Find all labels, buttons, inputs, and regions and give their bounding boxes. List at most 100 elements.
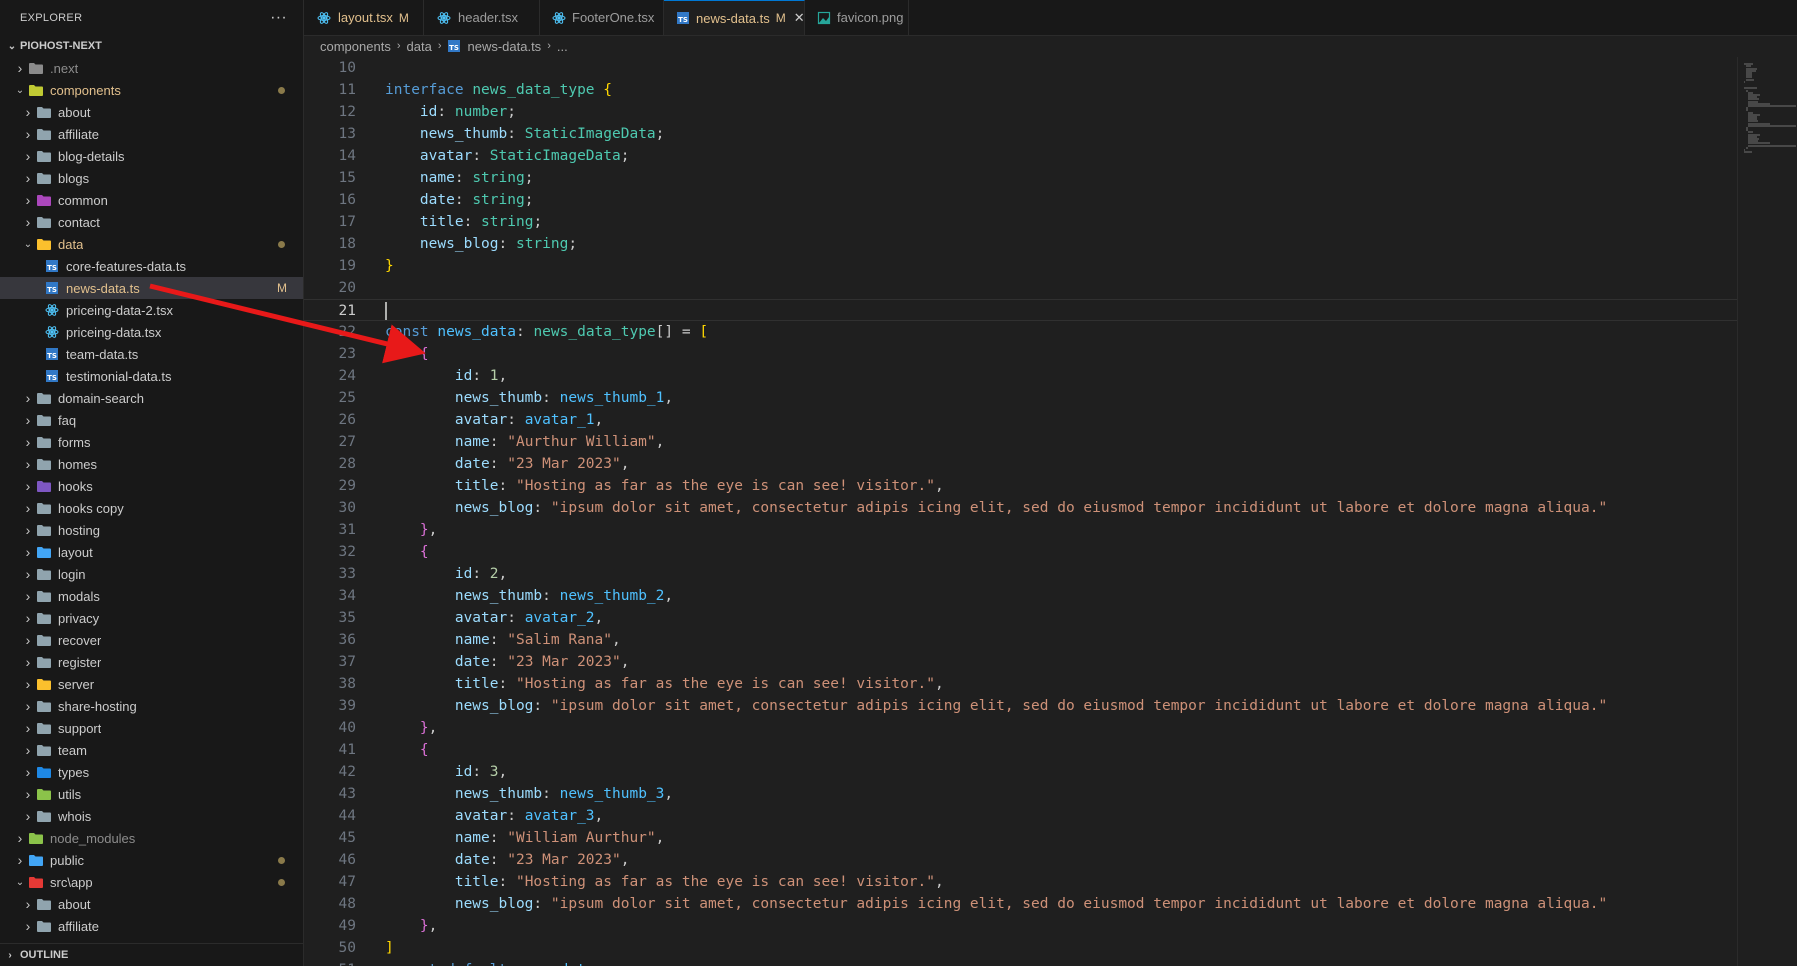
code-line[interactable]: 42 id: 3,	[304, 761, 1737, 783]
tab-favicon-png[interactable]: favicon.png	[805, 0, 909, 35]
code-line[interactable]: 46 date: "23 Mar 2023",	[304, 849, 1737, 871]
breadcrumb-item[interactable]: data	[407, 39, 432, 54]
folder-item-faq[interactable]: › faq	[0, 409, 303, 431]
minimap[interactable]	[1737, 57, 1797, 966]
code-line[interactable]: 17 title: string;	[304, 211, 1737, 233]
code-line[interactable]: 13 news_thumb: StaticImageData;	[304, 123, 1737, 145]
file-item-core-features-data-ts[interactable]: TS core-features-data.ts	[0, 255, 303, 277]
code-line[interactable]: 37 date: "23 Mar 2023",	[304, 651, 1737, 673]
outline-section[interactable]: › OUTLINE	[0, 943, 303, 966]
folder-item-blogs[interactable]: › blogs	[0, 167, 303, 189]
code-editor[interactable]: 10 11 interface news_data_type {12 id: num…	[304, 57, 1737, 966]
code-line[interactable]: 34 news_thumb: news_thumb_2,	[304, 585, 1737, 607]
code-line[interactable]: 33 id: 2,	[304, 563, 1737, 585]
folder-item-public[interactable]: › public	[0, 849, 303, 871]
breadcrumb-item[interactable]: ...	[557, 39, 568, 54]
folder-item-server[interactable]: › server	[0, 673, 303, 695]
code-line[interactable]: 51export default news_data	[304, 959, 1737, 966]
folder-item-components[interactable]: ⌄ components	[0, 79, 303, 101]
close-icon[interactable]: ✕	[794, 10, 805, 26]
file-item-testimonial-data-ts[interactable]: TS testimonial-data.ts	[0, 365, 303, 387]
code-line[interactable]: 43 news_thumb: news_thumb_3,	[304, 783, 1737, 805]
folder-item-share-hosting[interactable]: › share-hosting	[0, 695, 303, 717]
code-line[interactable]: 50]	[304, 937, 1737, 959]
folder-item-affiliate[interactable]: › affiliate	[0, 123, 303, 145]
folder-item-register[interactable]: › register	[0, 651, 303, 673]
code-line[interactable]: 31 },	[304, 519, 1737, 541]
folder-item-privacy[interactable]: › privacy	[0, 607, 303, 629]
code-token: export default	[385, 962, 516, 966]
folder-item-layout[interactable]: › layout	[0, 541, 303, 563]
folder-item-hooks-copy[interactable]: › hooks copy	[0, 497, 303, 519]
folder-item-affiliate[interactable]: › affiliate	[0, 915, 303, 937]
code-line[interactable]: 22 const news_data: news_data_type[] = [	[304, 321, 1737, 343]
code-line[interactable]: 28 date: "23 Mar 2023",	[304, 453, 1737, 475]
code-line[interactable]: 36 name: "Salim Rana",	[304, 629, 1737, 651]
code-line[interactable]: 32 {	[304, 541, 1737, 563]
code-line[interactable]: 25 news_thumb: news_thumb_1,	[304, 387, 1737, 409]
folder-item-whois[interactable]: › whois	[0, 805, 303, 827]
code-line[interactable]: 38 title: "Hosting as far as the eye is …	[304, 673, 1737, 695]
folder-item-recover[interactable]: › recover	[0, 629, 303, 651]
tab-footerone-tsx[interactable]: FooterOne.tsx	[540, 0, 664, 35]
code-line[interactable]: 15 name: string;	[304, 167, 1737, 189]
folder-item-about[interactable]: › about	[0, 101, 303, 123]
file-item-news-data-ts[interactable]: TS news-data.ts M	[0, 277, 303, 299]
code-line[interactable]: 24 id: 1,	[304, 365, 1737, 387]
breadcrumb-item[interactable]: news-data.ts	[467, 39, 541, 54]
code-line[interactable]: 11 interface news_data_type {	[304, 79, 1737, 101]
folder-item-support[interactable]: › support	[0, 717, 303, 739]
folder-item-hooks[interactable]: › hooks	[0, 475, 303, 497]
code-line[interactable]: 23 {	[304, 343, 1737, 365]
code-line[interactable]: 20	[304, 277, 1737, 299]
folder-item-blog-details[interactable]: › blog-details	[0, 145, 303, 167]
folder-item-src-app[interactable]: ⌄ src\app	[0, 871, 303, 893]
code-line[interactable]: 26 avatar: avatar_1,	[304, 409, 1737, 431]
code-line[interactable]: 41 {	[304, 739, 1737, 761]
file-item-team-data-ts[interactable]: TS team-data.ts	[0, 343, 303, 365]
code-line[interactable]: 30 news_blog: "ipsum dolor sit amet, con…	[304, 497, 1737, 519]
folder-item-forms[interactable]: › forms	[0, 431, 303, 453]
code-line[interactable]: 49 },	[304, 915, 1737, 937]
code-line[interactable]: 18 news_blog: string;	[304, 233, 1737, 255]
code-line[interactable]: 44 avatar: avatar_3,	[304, 805, 1737, 827]
code-line[interactable]: 45 name: "William Aurthur",	[304, 827, 1737, 849]
folder-item-hosting[interactable]: › hosting	[0, 519, 303, 541]
code-line[interactable]: 14 avatar: StaticImageData;	[304, 145, 1737, 167]
file-item-priceing-data-tsx[interactable]: priceing-data.tsx	[0, 321, 303, 343]
folder-item-node-modules[interactable]: › node_modules	[0, 827, 303, 849]
folder-item-data[interactable]: ⌄ data	[0, 233, 303, 255]
workspace-root[interactable]: ⌄ PIOHOST-NEXT	[0, 35, 303, 57]
folder-item-team[interactable]: › team	[0, 739, 303, 761]
code-line[interactable]: 27 name: "Aurthur William",	[304, 431, 1737, 453]
breadcrumb-item[interactable]: components	[320, 39, 391, 54]
file-item-priceing-data-2-tsx[interactable]: priceing-data-2.tsx	[0, 299, 303, 321]
folder-item-types[interactable]: › types	[0, 761, 303, 783]
folder-item-common[interactable]: › common	[0, 189, 303, 211]
line-number: 28	[338, 456, 356, 472]
folder-item--next[interactable]: › .next	[0, 57, 303, 79]
tab-news-data-ts[interactable]: TS news-data.ts M ✕	[664, 0, 805, 35]
code-line[interactable]: 12 id: number;	[304, 101, 1737, 123]
code-line[interactable]: 47 title: "Hosting as far as the eye is …	[304, 871, 1737, 893]
code-line[interactable]: 29 title: "Hosting as far as the eye is …	[304, 475, 1737, 497]
folder-item-homes[interactable]: › homes	[0, 453, 303, 475]
code-line[interactable]: 48 news_blog: "ipsum dolor sit amet, con…	[304, 893, 1737, 915]
tab-header-tsx[interactable]: header.tsx	[424, 0, 540, 35]
code-line[interactable]: 39 news_blog: "ipsum dolor sit amet, con…	[304, 695, 1737, 717]
code-line[interactable]: 10	[304, 57, 1737, 79]
folder-item-utils[interactable]: › utils	[0, 783, 303, 805]
folder-item-domain-search[interactable]: › domain-search	[0, 387, 303, 409]
code-line[interactable]: 21	[304, 299, 1737, 321]
tab-layout-tsx[interactable]: layout.tsx M	[304, 0, 424, 35]
folder-item-login[interactable]: › login	[0, 563, 303, 585]
code-line[interactable]: 19}	[304, 255, 1737, 277]
code-line[interactable]: 16 date: string;	[304, 189, 1737, 211]
code-line[interactable]: 35 avatar: avatar_2,	[304, 607, 1737, 629]
folder-item-contact[interactable]: › contact	[0, 211, 303, 233]
code-line[interactable]: 40 },	[304, 717, 1737, 739]
code-token: :	[507, 126, 525, 142]
more-actions-icon[interactable]: ···	[270, 9, 287, 27]
folder-item-modals[interactable]: › modals	[0, 585, 303, 607]
folder-item-about[interactable]: › about	[0, 893, 303, 915]
